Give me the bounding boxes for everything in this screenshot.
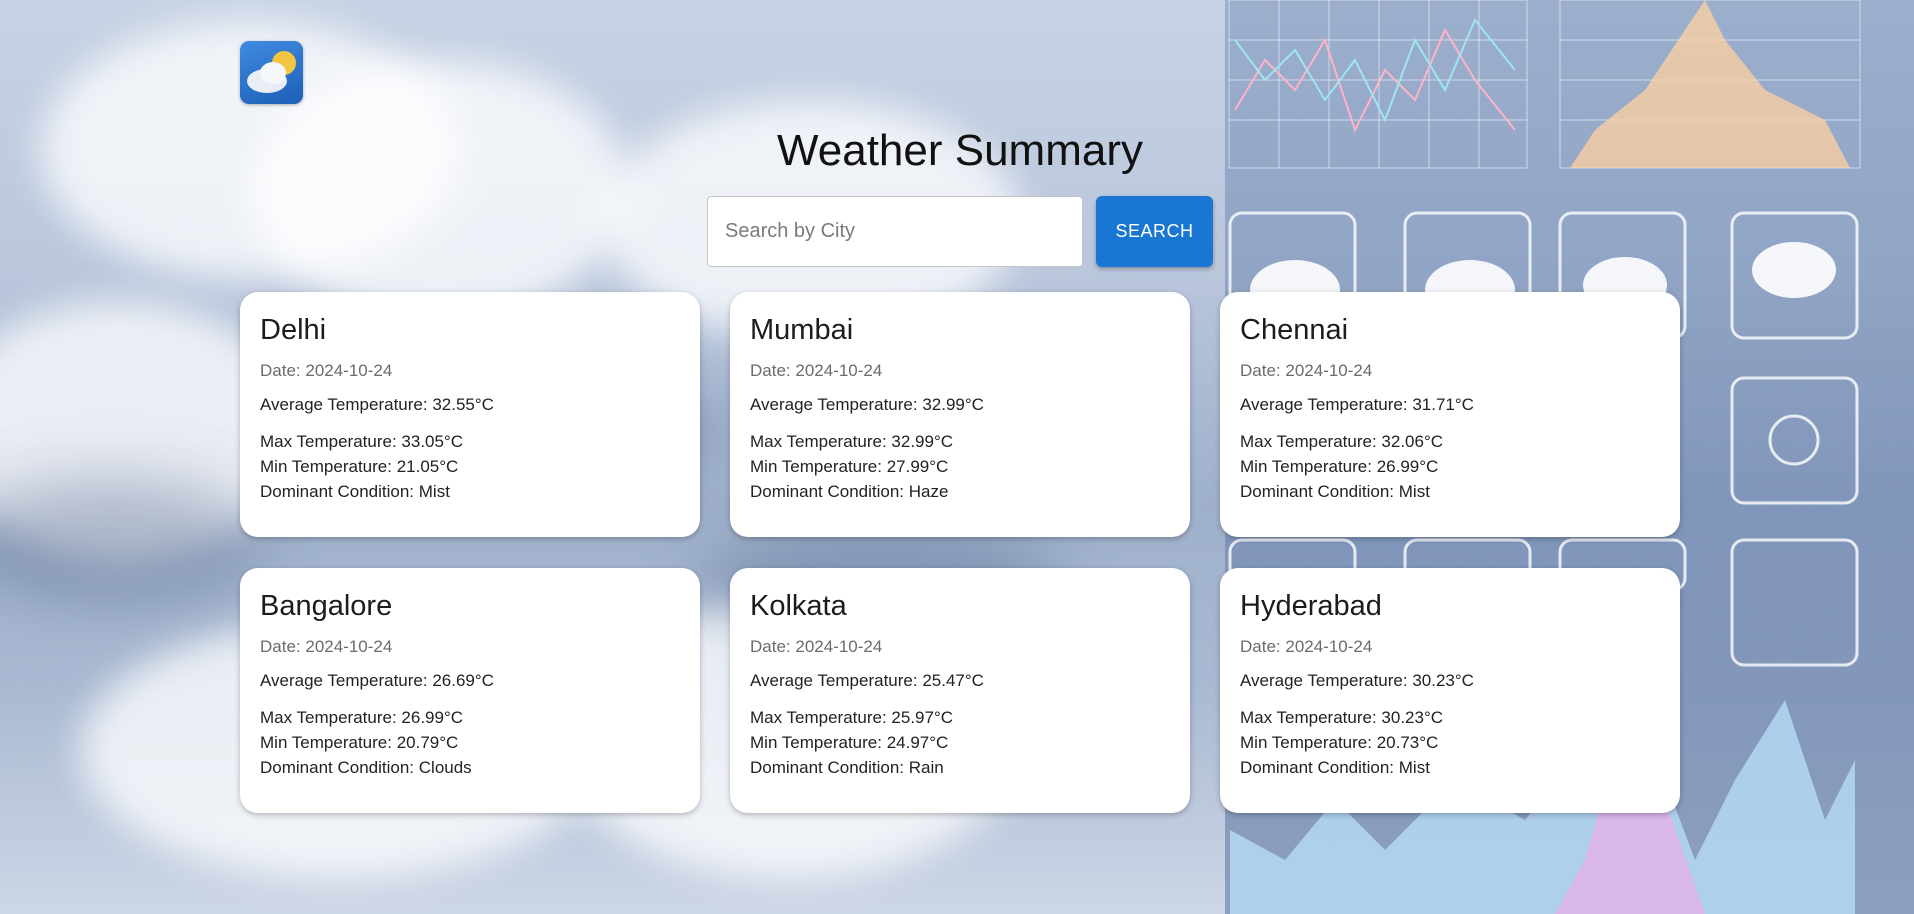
dominant-condition: Dominant Condition: Rain: [750, 758, 944, 777]
max-temperature: Max Temperature: 25.97°C: [750, 708, 954, 727]
search-input[interactable]: [707, 196, 1083, 267]
max-temperature: Max Temperature: 33.05°C: [260, 432, 464, 451]
city-name: Hyderabad: [1240, 590, 1382, 622]
city-card-chennai: Chennai Date: 2024-10-24 Average Tempera…: [1220, 292, 1680, 537]
average-temperature: Average Temperature: 32.99°C: [750, 395, 984, 414]
average-temperature: Average Temperature: 26.69°C: [260, 671, 494, 690]
city-name: Chennai: [1240, 314, 1349, 346]
min-temperature: Min Temperature: 27.99°C: [750, 457, 949, 476]
date-text: Date: 2024-10-24: [260, 637, 393, 656]
city-cards-grid: Delhi Date: 2024-10-24 Average Temperatu…: [240, 292, 1680, 813]
city-name: Delhi: [260, 314, 327, 346]
average-temperature: Average Temperature: 30.23°C: [1240, 671, 1474, 690]
app-logo-icon: [240, 41, 303, 104]
city-name: Kolkata: [750, 590, 847, 622]
page-title: Weather Summary: [777, 126, 1143, 175]
max-temperature: Max Temperature: 32.06°C: [1240, 432, 1444, 451]
max-temperature: Max Temperature: 26.99°C: [260, 708, 464, 727]
min-temperature: Min Temperature: 21.05°C: [260, 457, 459, 476]
average-temperature: Average Temperature: 32.55°C: [260, 395, 494, 414]
average-temperature: Average Temperature: 25.47°C: [750, 671, 984, 690]
city-name: Bangalore: [260, 590, 393, 622]
min-temperature: Min Temperature: 24.97°C: [750, 733, 949, 752]
dominant-condition: Dominant Condition: Haze: [750, 482, 949, 501]
city-name: Mumbai: [750, 314, 854, 346]
date-text: Date: 2024-10-24: [260, 361, 393, 380]
city-card-hyderabad: Hyderabad Date: 2024-10-24 Average Tempe…: [1220, 568, 1680, 813]
city-card-bangalore: Bangalore Date: 2024-10-24 Average Tempe…: [240, 568, 700, 813]
min-temperature: Min Temperature: 26.99°C: [1240, 457, 1439, 476]
city-card-kolkata: Kolkata Date: 2024-10-24 Average Tempera…: [730, 568, 1190, 813]
dominant-condition: Dominant Condition: Mist: [1240, 482, 1430, 501]
city-card-mumbai: Mumbai Date: 2024-10-24 Average Temperat…: [730, 292, 1190, 537]
min-temperature: Min Temperature: 20.79°C: [260, 733, 459, 752]
dominant-condition: Dominant Condition: Mist: [1240, 758, 1430, 777]
search-button[interactable]: SEARCH: [1096, 196, 1213, 267]
date-text: Date: 2024-10-24: [1240, 637, 1373, 656]
average-temperature: Average Temperature: 31.71°C: [1240, 395, 1474, 414]
max-temperature: Max Temperature: 32.99°C: [750, 432, 954, 451]
date-text: Date: 2024-10-24: [1240, 361, 1373, 380]
dominant-condition: Dominant Condition: Mist: [260, 482, 450, 501]
date-text: Date: 2024-10-24: [750, 361, 883, 380]
city-card-delhi: Delhi Date: 2024-10-24 Average Temperatu…: [240, 292, 700, 537]
dominant-condition: Dominant Condition: Clouds: [260, 758, 472, 777]
date-text: Date: 2024-10-24: [750, 637, 883, 656]
min-temperature: Min Temperature: 20.73°C: [1240, 733, 1439, 752]
max-temperature: Max Temperature: 30.23°C: [1240, 708, 1444, 727]
search-bar: SEARCH: [707, 196, 1213, 267]
